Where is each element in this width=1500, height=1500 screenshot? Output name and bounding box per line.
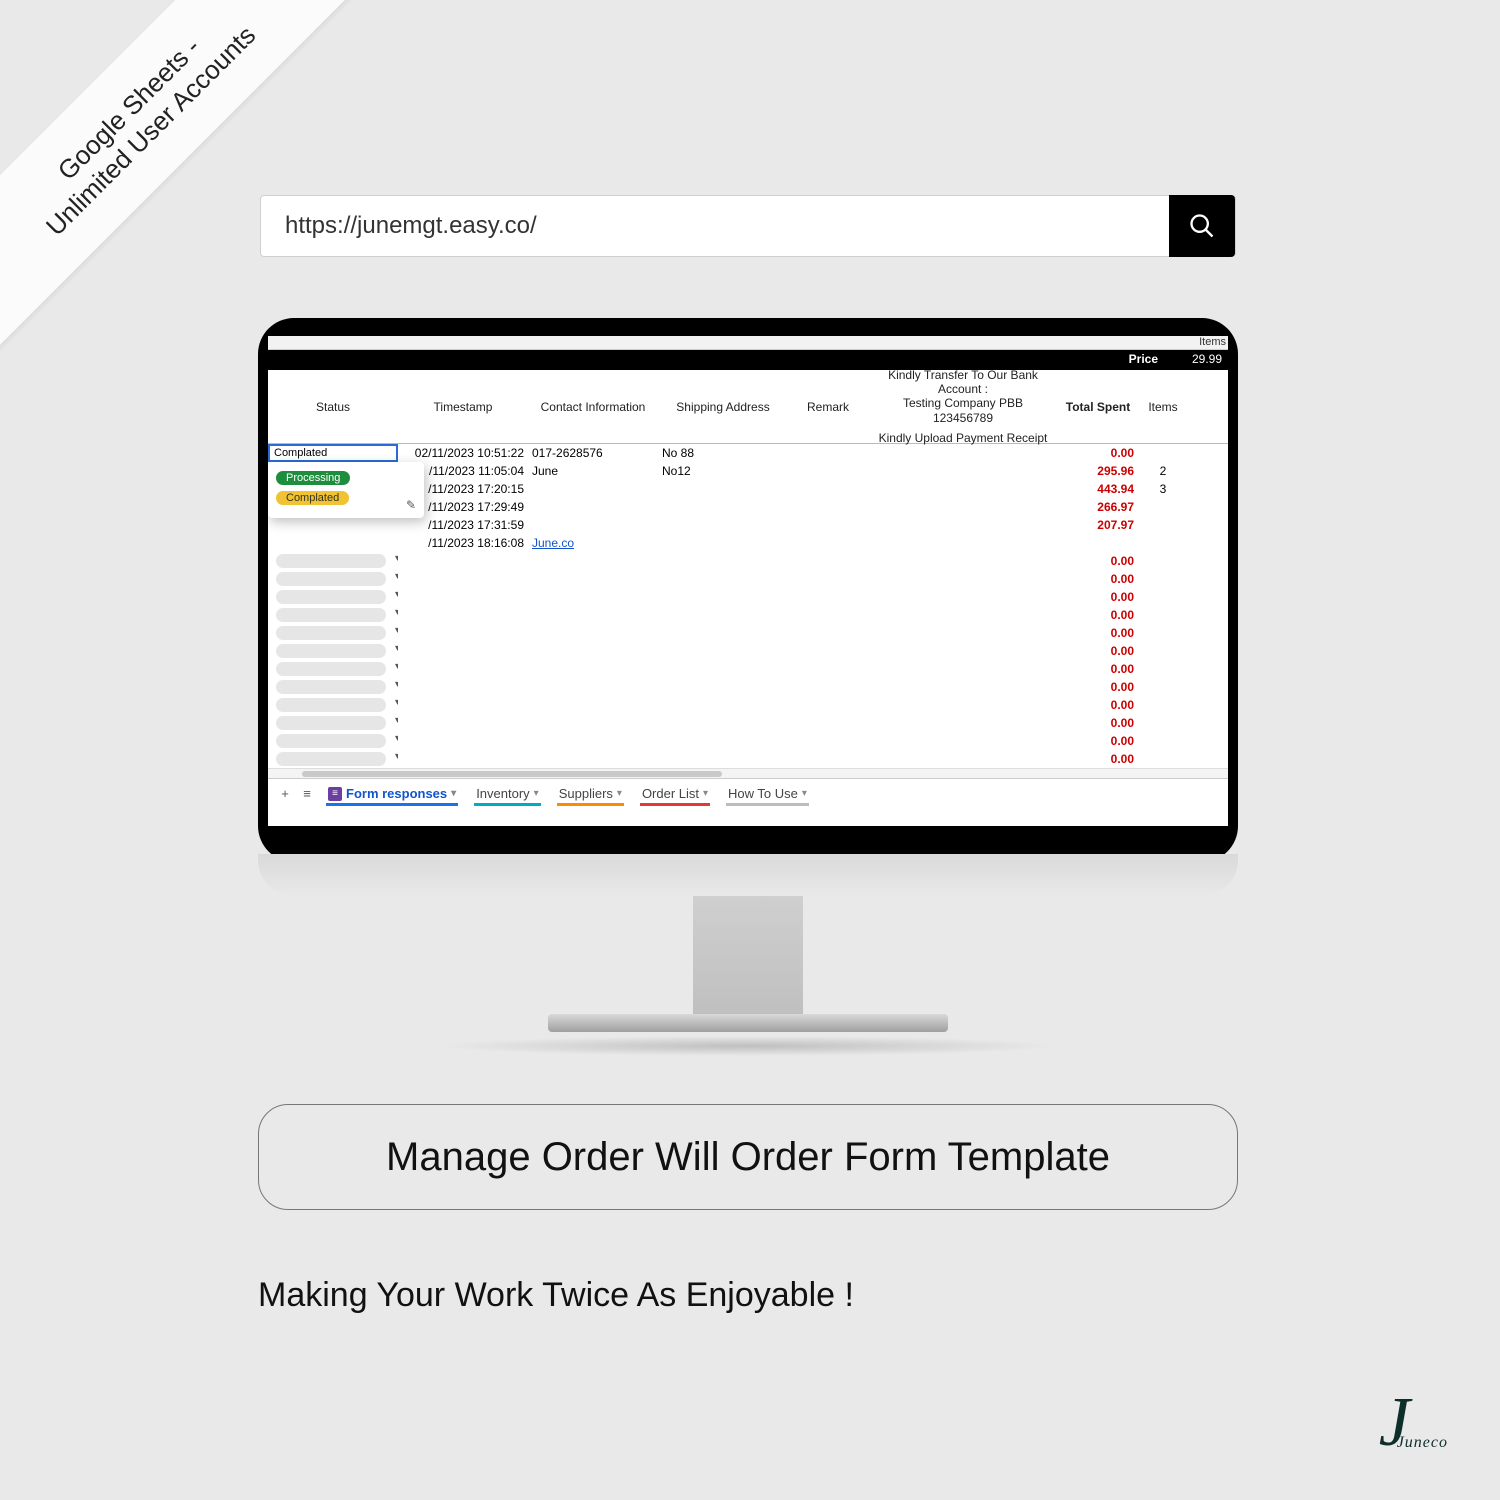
table-row[interactable]: 0.00	[268, 606, 1228, 624]
status-dropdown-pill[interactable]	[276, 608, 386, 622]
hdr-bank-l2: Account :	[872, 382, 1054, 396]
table-row[interactable]: 0.00	[268, 552, 1228, 570]
brand-logo: J Juneco	[1379, 1402, 1448, 1448]
table-row[interactable]: /11/2023 18:16:08June.co	[268, 534, 1228, 552]
table-row[interactable]: 0.00	[268, 570, 1228, 588]
table-row[interactable]: 0.00	[268, 732, 1228, 750]
table-row[interactable]: 0.00	[268, 660, 1228, 678]
table-row[interactable]: /11/2023 17:31:59207.97	[268, 516, 1228, 534]
add-sheet-button[interactable]: +	[276, 786, 294, 801]
status-cell-active[interactable]: Complated	[268, 444, 398, 462]
status-dropdown-pill[interactable]	[276, 662, 386, 676]
logo-subtext: Juneco	[1397, 1438, 1448, 1448]
tab-inventory-label: Inventory	[476, 786, 529, 801]
table-row[interactable]: 0.00	[268, 624, 1228, 642]
tab-form-responses[interactable]: ≡ Form responses▾	[320, 782, 464, 805]
pencil-icon[interactable]: ✎	[406, 498, 416, 512]
status-dropdown-pill[interactable]	[276, 716, 386, 730]
status-dropdown-pill[interactable]	[276, 752, 386, 766]
top-items-label: Items	[1199, 336, 1226, 348]
monitor-mockup: Items Price 29.99 Status Timestamp Conta…	[258, 318, 1238, 1056]
hdr-shipping: Shipping Address	[658, 370, 788, 443]
monitor-chin	[258, 854, 1238, 896]
table-row[interactable]: 0.00	[268, 678, 1228, 696]
tab-inventory[interactable]: Inventory▾	[468, 782, 547, 805]
table-row[interactable]: 0.00	[268, 714, 1228, 732]
tagline: Making Your Work Twice As Enjoyable !	[258, 1276, 854, 1315]
monitor-neck	[693, 896, 803, 1016]
hdr-total-spent: Total Spent	[1058, 370, 1138, 443]
hdr-remark: Remark	[788, 370, 868, 443]
table-row[interactable]: 02/11/2023 10:51:22017-2628576No 880.00	[268, 444, 1228, 462]
tab-order-list[interactable]: Order List▾	[634, 782, 716, 805]
table-row[interactable]: 0.00	[268, 696, 1228, 714]
search-input[interactable]	[261, 212, 1169, 240]
status-dropdown-pill[interactable]	[276, 698, 386, 712]
status-option-processing[interactable]: Processing	[276, 471, 350, 485]
ribbon-line1: Google Sheets -	[18, 0, 240, 220]
status-option-complated[interactable]: Complated	[276, 491, 349, 505]
ribbon-line2: Unlimited User Accounts	[40, 20, 262, 242]
status-dropdown-pill[interactable]	[276, 590, 386, 604]
price-value: 29.99	[1192, 352, 1222, 366]
sheet-tabs: + ≡ ≡ Form responses▾ Inventory▾ Supplie…	[268, 778, 1228, 808]
tab-suppliers-label: Suppliers	[559, 786, 613, 801]
corner-ribbon: Google Sheets - Unlimited User Accounts	[0, 0, 380, 360]
spreadsheet-screen: Items Price 29.99 Status Timestamp Conta…	[268, 336, 1228, 826]
status-dropdown-pill[interactable]	[276, 572, 386, 586]
status-dropdown[interactable]: Processing Complated ✎	[268, 462, 424, 518]
search-button[interactable]	[1169, 195, 1235, 257]
hdr-status: Status	[268, 370, 398, 443]
horizontal-scrollbar[interactable]	[268, 768, 1228, 778]
rows-area: Complated Processing Complated ✎ 02/11/2…	[268, 444, 1228, 768]
price-bar: Price 29.99	[268, 350, 1228, 370]
form-icon: ≡	[328, 787, 342, 801]
hdr-items: Items	[1138, 370, 1188, 443]
column-headers: Status Timestamp Contact Information Shi…	[268, 370, 1228, 444]
all-sheets-button[interactable]: ≡	[298, 786, 316, 801]
price-label: Price	[1129, 352, 1158, 366]
monitor-base	[548, 1014, 948, 1032]
hdr-contact: Contact Information	[528, 370, 658, 443]
status-dropdown-pill[interactable]	[276, 680, 386, 694]
hdr-bank-l3: Testing Company PBB 123456789	[872, 396, 1054, 425]
headline-pill: Manage Order Will Order Form Template	[258, 1104, 1238, 1210]
table-row[interactable]: 0.00	[268, 750, 1228, 768]
status-dropdown-pill[interactable]	[276, 626, 386, 640]
hdr-bank: Kindly Transfer To Our Bank Account : Te…	[868, 370, 1058, 443]
tab-howto-label: How To Use	[728, 786, 798, 801]
search-bar	[260, 195, 1236, 257]
status-dropdown-pill[interactable]	[276, 734, 386, 748]
tab-suppliers[interactable]: Suppliers▾	[551, 782, 630, 805]
monitor-shadow	[438, 1036, 1058, 1056]
table-row[interactable]: 0.00	[268, 642, 1228, 660]
hdr-timestamp: Timestamp	[398, 370, 528, 443]
search-icon	[1188, 212, 1216, 240]
tab-orderlist-label: Order List	[642, 786, 699, 801]
table-row[interactable]: 0.00	[268, 588, 1228, 606]
tab-how-to-use[interactable]: How To Use▾	[720, 782, 815, 805]
tab-form-label: Form responses	[346, 786, 447, 801]
status-dropdown-pill[interactable]	[276, 644, 386, 658]
status-dropdown-pill[interactable]	[276, 554, 386, 568]
